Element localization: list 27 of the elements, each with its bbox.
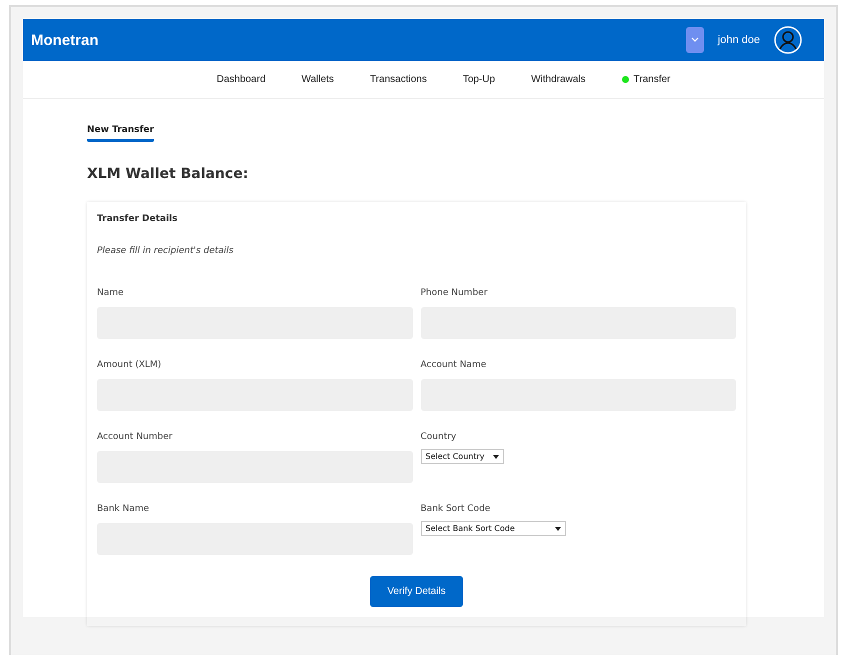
avatar-icon[interactable] (774, 26, 802, 54)
nav-link[interactable]: Withdrawals (531, 74, 586, 85)
nav-link[interactable]: Top-Up (462, 74, 496, 85)
app-logo: Monetran (31, 32, 100, 48)
field-label: Country (420, 432, 458, 442)
select-dropdown[interactable]: Select Bank Sort Code (420, 521, 566, 536)
dropdown-button[interactable] (686, 27, 704, 53)
nav-link[interactable]: Transfer (622, 74, 670, 85)
field-label: Name (97, 288, 125, 298)
active-dot-icon (622, 76, 629, 83)
nav-link[interactable]: Wallets (302, 74, 334, 85)
hint-text: Please fill in recipient's details (97, 246, 234, 256)
user-name: john doe (718, 34, 760, 46)
nav-link[interactable]: Transactions (370, 74, 427, 85)
field-label: Bank Sort Code (420, 504, 492, 514)
field-label: Amount (XLM) (97, 360, 162, 370)
card-title: Transfer Details (97, 214, 178, 224)
select-dropdown[interactable]: Select Country (420, 449, 504, 464)
field-label: Account Number (97, 432, 174, 442)
balance-heading: XLM Wallet Balance: (87, 166, 250, 182)
field-label: Account Name (420, 360, 488, 370)
field-label: Phone Number (420, 288, 488, 298)
tab[interactable]: New Transfer (87, 125, 154, 142)
nav-link[interactable]: Dashboard (216, 74, 266, 85)
field-label: Bank Name (97, 504, 150, 514)
verify-button[interactable]: Verify Details (370, 576, 463, 607)
chevron-icon (690, 37, 699, 43)
